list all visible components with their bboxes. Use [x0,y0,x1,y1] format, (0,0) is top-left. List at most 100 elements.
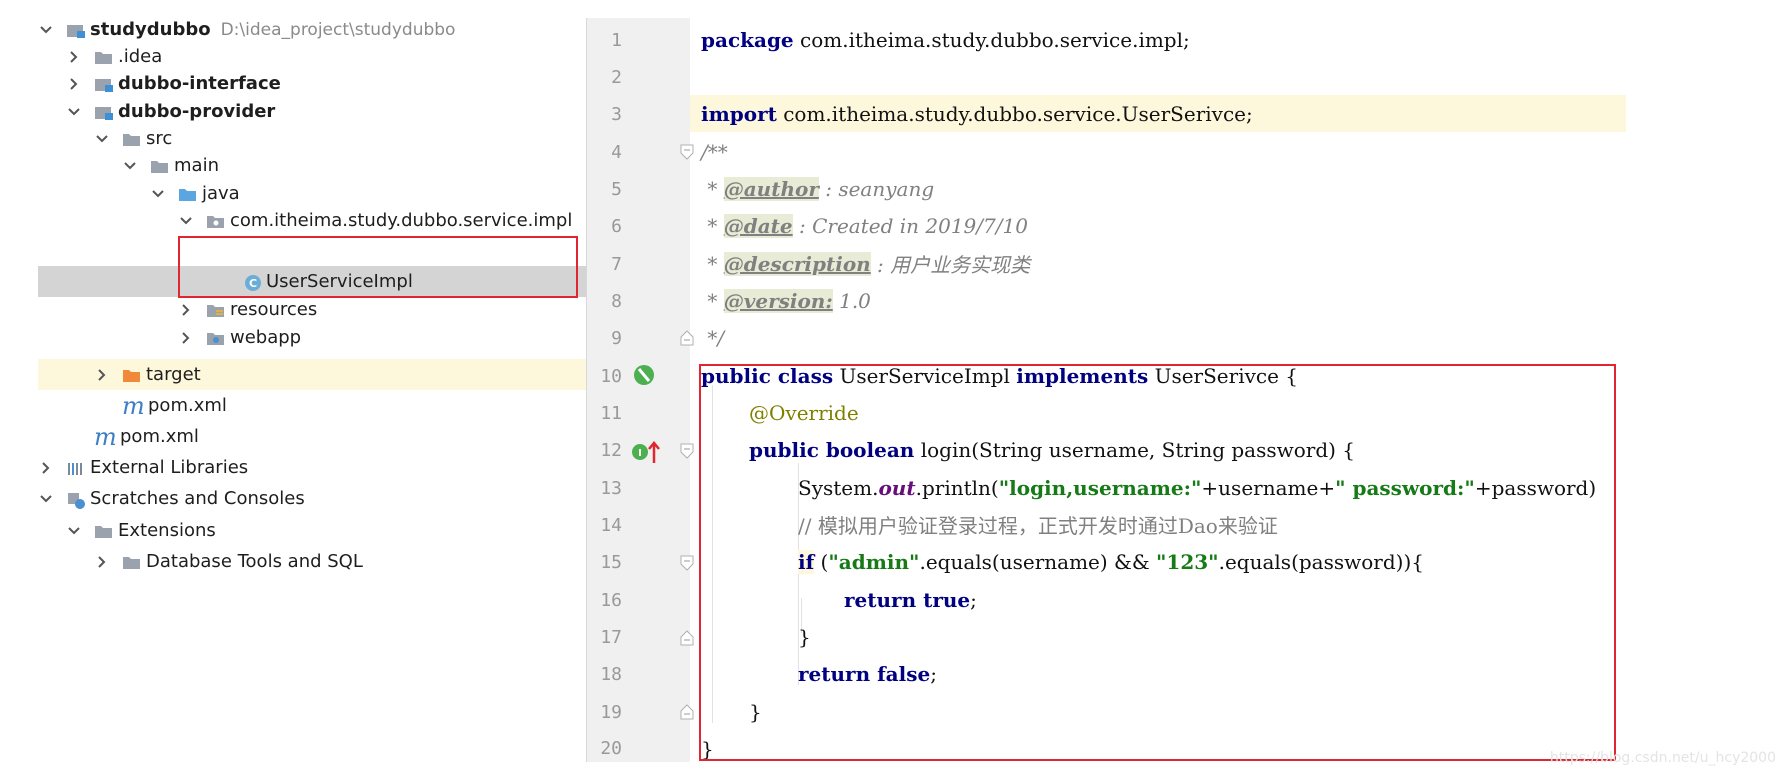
maven-icon: m [94,422,117,451]
tree-row-scratches[interactable]: Scratches and Consoles [38,483,586,514]
code-line-15[interactable]: if ("admin" .equals(username) && "123" .eq… [798,543,1424,580]
javadoc-tag: @description [723,251,871,276]
chevron-down-icon[interactable] [178,213,194,229]
chevron-down-icon[interactable] [66,104,82,120]
tree-item-label: dubbo-interface [118,73,281,94]
chevron-right-icon[interactable] [178,330,194,346]
chevron-down-icon[interactable] [94,131,110,147]
module-icon [94,76,114,92]
tree-item-label: .idea [118,46,163,67]
comment: /** [701,139,728,164]
code-line-6[interactable]: * @date : Created in 2019/7/10 [701,207,1028,244]
code-line-13[interactable]: System. out .println("login,username:" +use… [798,469,1596,506]
tree-row-webapp[interactable]: webapp [38,322,586,353]
code-line-5[interactable]: * @author : seanyang [701,170,934,207]
libraries-icon [66,460,86,476]
code-line-1[interactable]: package com.itheima.study.dubbo.service.… [701,21,1190,58]
keyword: return false [798,661,931,686]
code-text: com.itheima.study.dubbo.service.impl; [793,27,1190,52]
keyword: public boolean [749,437,915,462]
chevron-down-icon[interactable] [150,186,166,202]
implementing-icon[interactable] [632,363,656,391]
code-text: .equals(password)){ [1218,549,1424,574]
code-line-3[interactable]: import com.itheima.study.dubbo.service.U… [701,95,1253,132]
tree-row-main[interactable]: main [38,150,586,181]
folder-icon [122,131,142,147]
code-line-4[interactable]: /** [701,133,728,170]
line-number: 15 [600,552,622,573]
fold-open-icon[interactable] [680,443,694,459]
javadoc-tag: @date [723,213,793,238]
override-marker-icon[interactable]: I [630,439,662,469]
tree-item-label: External Libraries [90,457,249,478]
code-line-18[interactable]: return false; [798,655,937,692]
tree-row-root-pom[interactable]: m pom.xml [38,421,586,452]
tree-row-target[interactable]: target [38,359,586,390]
class-icon: C [244,274,262,291]
chevron-down-icon[interactable] [122,158,138,174]
line-number: 7 [611,254,622,275]
string-literal: " password:" [1335,475,1475,500]
fold-close-icon[interactable] [680,330,694,346]
chevron-down-icon[interactable] [38,22,54,38]
tree-row-userserviceimpl[interactable]: C UserServiceImpl [38,266,586,297]
tree-item-label: UserServiceImpl [266,271,413,292]
line-number: 16 [600,590,622,611]
code-line-14[interactable]: // 模拟用户验证登录过程，正式开发时通过Dao来验证 [798,506,1278,543]
line-number: 6 [611,216,622,237]
fold-open-icon[interactable] [680,144,694,160]
code-line-20[interactable]: } [701,730,714,767]
chevron-down-icon[interactable] [66,523,82,539]
code-text: } [749,699,762,724]
tree-item-label: com.itheima.study.dubbo.service.impl [230,210,573,231]
code-editor[interactable]: 1 2 3 4 5 6 7 8 9 10 11 12 13 14 15 16 1… [586,18,1786,762]
chevron-right-icon[interactable] [38,460,54,476]
comment: * [701,213,724,238]
tree-row-extensions[interactable]: Extensions [38,515,586,546]
source-folder-icon [178,186,198,202]
chevron-right-icon[interactable] [66,49,82,65]
javadoc-tag: @author [723,176,819,201]
line-number: 17 [600,627,622,648]
comment: * [701,288,724,313]
code-line-7[interactable]: * @description : 用户业务实现类 [701,245,1030,282]
code-line-19[interactable]: } [749,693,762,730]
chevron-right-icon[interactable] [66,76,82,92]
folder-icon [94,49,114,65]
web-folder-icon [206,330,226,346]
code-text: } [798,624,811,649]
chevron-right-icon[interactable] [94,554,110,570]
chevron-down-icon[interactable] [38,491,54,507]
tree-row-external-libraries[interactable]: External Libraries [38,452,586,483]
code-line-10[interactable]: public class UserServiceImpl implements … [701,357,1298,394]
chevron-right-icon[interactable] [178,302,194,318]
code-line-12[interactable]: public boolean login(String username, St… [749,431,1355,468]
tree-item-label: dubbo-provider [118,101,276,122]
keyword: import [701,101,777,126]
fold-open-icon[interactable] [680,555,694,571]
code-line-8[interactable]: * @version: 1.0 [701,282,871,319]
code-text: UserServiceImpl [833,363,1017,388]
chevron-right-icon[interactable] [94,367,110,383]
code-line-9[interactable]: */ [701,319,724,356]
tree-row-provider-pom[interactable]: m pom.xml [38,390,586,421]
annotation: @Override [749,400,859,425]
tree-row-resources[interactable]: resources [38,294,586,325]
code-text: .equals(username) && [919,549,1157,574]
code-text: +username+ [1201,475,1336,500]
fold-close-icon[interactable] [680,630,694,646]
keyword: return true [844,587,971,612]
string-literal: "123" [1156,549,1219,574]
tree-row-dubbo-interface[interactable]: dubbo-interface [38,68,586,99]
line-number: 10 [600,366,622,387]
svg-text:I: I [638,448,642,459]
tree-item-label: java [202,183,240,204]
fold-close-icon[interactable] [680,704,694,720]
code-line-11[interactable]: @Override [749,394,859,431]
tree-row-package[interactable]: com.itheima.study.dubbo.service.impl [38,205,586,236]
line-number: 18 [600,664,622,685]
line-number: 3 [611,104,622,125]
code-line-17[interactable]: } [798,618,811,655]
tree-row-database-tools[interactable]: Database Tools and SQL [38,546,586,577]
code-line-16[interactable]: return true; [844,581,977,618]
